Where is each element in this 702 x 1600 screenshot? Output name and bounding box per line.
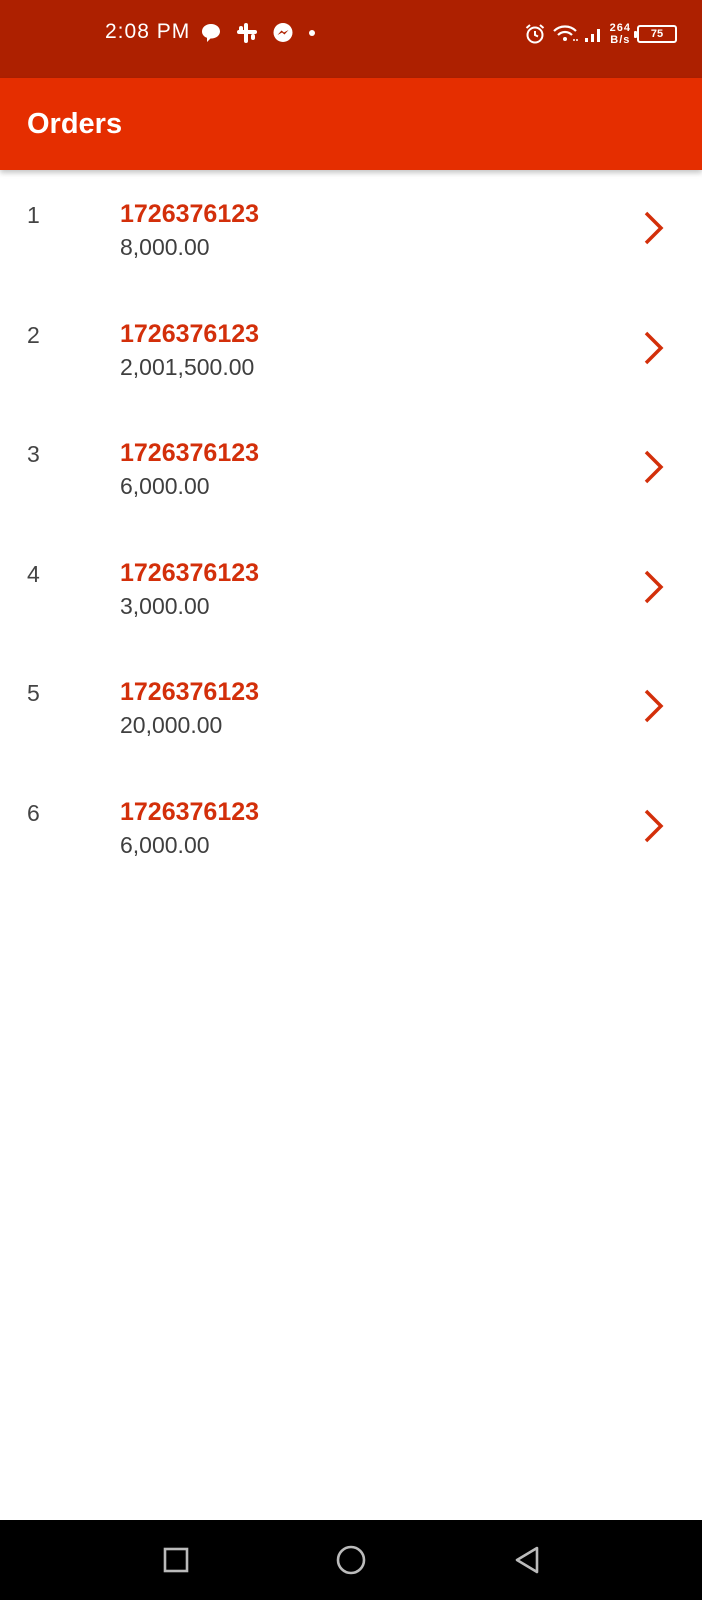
order-list-item[interactable]: 2 1726376123 2,001,500.00 — [0, 290, 702, 410]
order-index: 4 — [27, 560, 40, 587]
battery-level: 75 — [650, 28, 664, 40]
order-id: 1726376123 — [120, 319, 260, 348]
order-list-item[interactable]: 3 1726376123 6,000.00 — [0, 409, 702, 529]
order-amount: 8,000.00 — [120, 234, 210, 260]
order-index: 3 — [27, 441, 40, 467]
app-bar: Orders — [0, 78, 702, 170]
home-circle-icon[interactable] — [333, 1542, 369, 1578]
wifi-icon — [552, 23, 578, 45]
page-title: Orders — [27, 108, 123, 140]
chevron-right-icon[interactable] — [640, 688, 668, 729]
order-index: 2 — [27, 321, 40, 348]
order-index: 1 — [27, 202, 40, 228]
order-amount: 3,000.00 — [120, 592, 210, 619]
order-list-item[interactable]: 1 1726376123 8,000.00 — [0, 170, 702, 290]
status-bar: 2:08 PM 264 B/s 75 — [0, 0, 702, 78]
notification-icons — [200, 21, 316, 45]
messenger-icon — [272, 22, 294, 44]
order-amount: 20,000.00 — [120, 712, 223, 738]
battery-icon: 75 — [634, 25, 677, 43]
status-time: 2:08 PM — [105, 20, 191, 43]
order-id: 1726376123 — [120, 678, 260, 706]
order-amount: 6,000.00 — [120, 473, 210, 499]
order-id: 1726376123 — [120, 200, 260, 228]
chevron-right-icon[interactable] — [640, 569, 668, 610]
order-id: 1726376123 — [120, 439, 260, 467]
system-nav-bar — [0, 1520, 702, 1600]
order-index: 5 — [27, 680, 40, 706]
network-speed-value: 264 — [609, 22, 631, 34]
chevron-right-icon[interactable] — [640, 449, 668, 490]
slack-icon — [236, 22, 258, 44]
order-amount: 2,001,500.00 — [120, 353, 255, 380]
chevron-right-icon[interactable] — [640, 330, 668, 371]
order-amount: 6,000.00 — [120, 831, 210, 858]
order-index: 6 — [27, 799, 40, 826]
alarm-icon — [524, 23, 546, 45]
order-id: 1726376123 — [120, 797, 260, 826]
order-id: 1726376123 — [120, 558, 260, 587]
chevron-right-icon[interactable] — [640, 808, 668, 849]
back-triangle-icon[interactable] — [509, 1542, 545, 1578]
order-list-item[interactable]: 4 1726376123 3,000.00 — [0, 529, 702, 649]
order-list-item[interactable]: 5 1726376123 20,000.00 — [0, 648, 702, 768]
dot-icon — [308, 22, 316, 44]
network-speed: 264 B/s — [610, 22, 631, 46]
orders-list: 1 1726376123 8,000.00 2 1726376123 2,001… — [0, 170, 702, 887]
chat-bubble-icon — [200, 22, 222, 44]
recents-square-icon[interactable] — [158, 1542, 194, 1578]
system-icons: 264 B/s 75 — [524, 19, 677, 49]
chevron-right-icon[interactable] — [640, 210, 668, 251]
order-list-item[interactable]: 6 1726376123 6,000.00 — [0, 768, 702, 888]
network-speed-unit: B/s — [610, 34, 631, 46]
signal-icon — [584, 23, 604, 45]
